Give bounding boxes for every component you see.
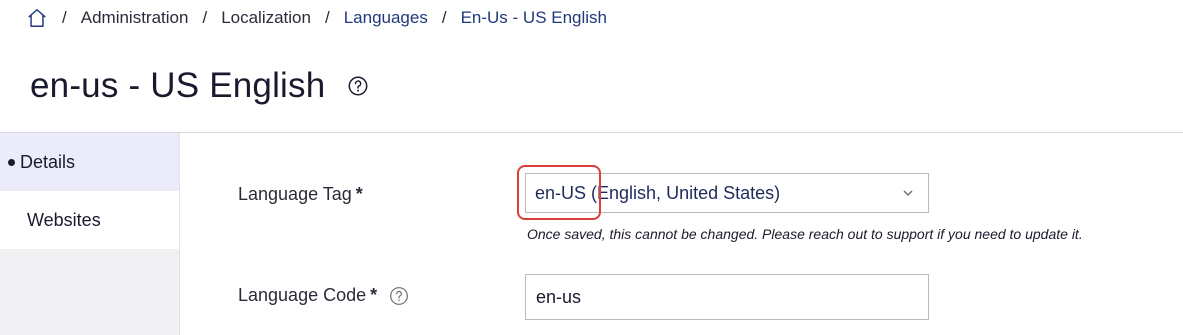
sidebar-item-details[interactable]: Details — [0, 133, 179, 191]
language-tag-description: (English, United States) — [591, 182, 781, 203]
language-code-input[interactable] — [525, 274, 929, 320]
breadcrumb-separator: / — [324, 8, 330, 27]
sidebar-item-label: Details — [20, 151, 76, 172]
language-code-label-text: Language Code — [238, 285, 367, 305]
required-marker: * — [370, 285, 378, 305]
active-indicator-icon — [8, 158, 15, 166]
language-tag-label: Language Tag * — [238, 184, 363, 205]
breadcrumb-separator: / — [202, 8, 208, 27]
language-tag-value: en-US — [535, 182, 587, 203]
required-marker: * — [355, 184, 363, 204]
language-tag-label-text: Language Tag — [238, 184, 352, 204]
breadcrumb-current-language[interactable]: En-Us - US English — [461, 8, 607, 28]
chevron-down-icon — [903, 190, 913, 196]
breadcrumb-languages[interactable]: Languages — [344, 8, 428, 28]
language-tag-hint: Once saved, this cannot be changed. Plea… — [527, 226, 1083, 242]
breadcrumb-localization: Localization — [221, 8, 311, 27]
page-title: en-us - US English — [30, 66, 326, 105]
breadcrumb-administration: Administration — [80, 8, 189, 27]
sidebar-item-websites[interactable]: Websites — [0, 191, 179, 249]
language-tag-select[interactable]: en-US (English, United States) — [525, 173, 929, 213]
sidebar: Details Websites — [0, 133, 180, 335]
breadcrumb-separator: / — [62, 8, 67, 27]
sidebar-item-label: Websites — [27, 209, 101, 230]
question-circle-icon[interactable] — [347, 75, 369, 97]
breadcrumb: / Administration / Localization / Langua… — [26, 6, 621, 30]
page-header: en-us - US English — [30, 66, 369, 106]
breadcrumb-separator: / — [441, 8, 447, 27]
language-code-label: Language Code * — [238, 285, 409, 306]
question-circle-icon[interactable] — [389, 286, 409, 306]
home-icon[interactable] — [26, 7, 48, 29]
